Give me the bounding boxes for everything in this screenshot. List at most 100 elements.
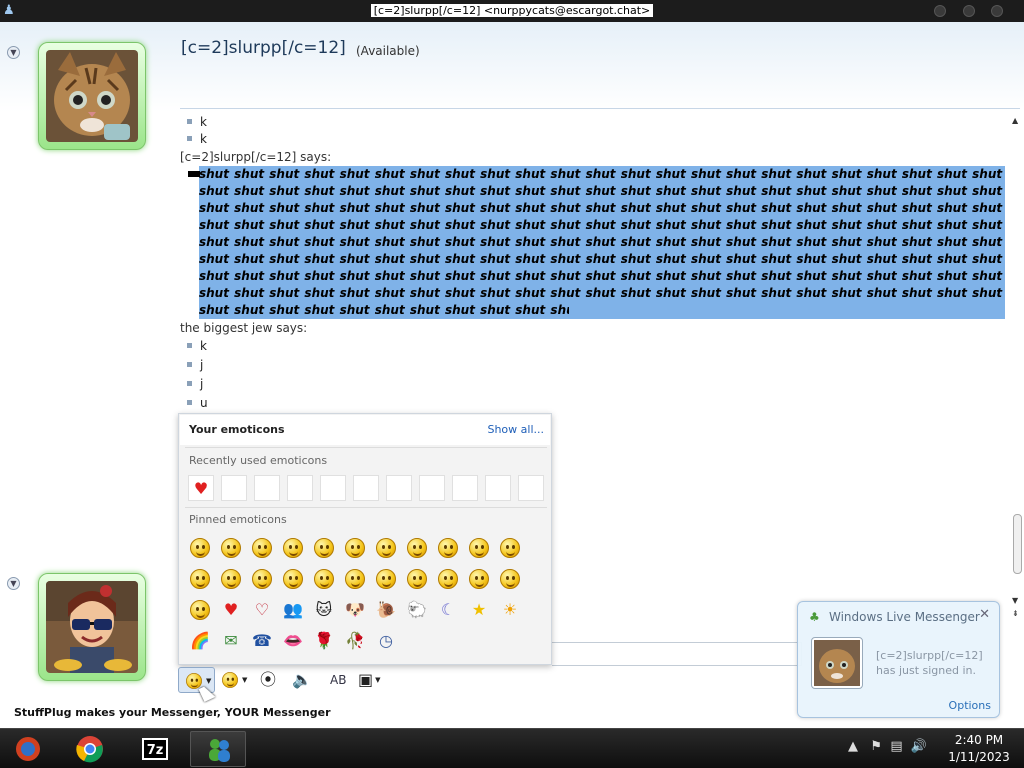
smiley-icon: [345, 568, 365, 589]
minimize-button[interactable]: [934, 5, 946, 17]
smiley-icon: [469, 568, 489, 589]
emoticon-picker: Your emoticons Show all... Recently used…: [178, 413, 552, 665]
close-button[interactable]: [991, 5, 1003, 17]
message-input[interactable]: [552, 642, 802, 666]
scroll-down-icon[interactable]: ▼: [1012, 596, 1018, 605]
show-all-link[interactable]: Show all...: [487, 423, 544, 436]
system-tray[interactable]: ▲ ⚑ ▤ 🔊: [848, 739, 927, 754]
nudge-button[interactable]: ⦿: [260, 667, 284, 693]
message-line: k: [180, 131, 1010, 148]
stuffplug-banner[interactable]: StuffPlug makes your Messenger, YOUR Mes…: [14, 706, 331, 719]
contact-avatar-frame[interactable]: [38, 42, 146, 150]
pinned-emoticon[interactable]: [310, 564, 338, 592]
pinned-emoticon[interactable]: [465, 533, 493, 561]
smiley-icon: [407, 537, 427, 558]
pinned-emoticon[interactable]: [248, 533, 276, 561]
pinned-emoticon[interactable]: [341, 533, 369, 561]
pinned-emoticon[interactable]: 🐌: [372, 595, 400, 623]
action-center-flag-icon[interactable]: ⚑: [870, 739, 882, 754]
pinned-emoticon[interactable]: ✉: [217, 626, 245, 654]
options-link[interactable]: Options: [949, 699, 991, 712]
collapse-bottom-icon[interactable]: ▼: [7, 577, 20, 590]
clock-date: 1/11/2023: [948, 750, 1010, 764]
taskbar-chrome[interactable]: [62, 731, 118, 767]
pinned-emoticon[interactable]: ★: [465, 595, 493, 623]
pinned-emoticon[interactable]: [372, 533, 400, 561]
scroll-bottom-icon[interactable]: ⇟: [1012, 609, 1019, 618]
empty-emoticon-slot[interactable]: [386, 475, 412, 501]
heart-icon: ♥: [223, 599, 239, 619]
show-hidden-icons-icon[interactable]: ▲: [848, 739, 858, 754]
volume-icon[interactable]: 🔊: [911, 739, 927, 754]
pinned-emoticon[interactable]: [372, 564, 400, 592]
voice-clip-button[interactable]: 🔈: [292, 667, 314, 693]
conversation-history[interactable]: k k [c=2]slurpp[/c=12] says: shut shut s…: [180, 114, 1010, 436]
pinned-emoticon[interactable]: [496, 533, 524, 561]
pinned-emoticon[interactable]: 🐶: [341, 595, 369, 623]
pinned-emoticon[interactable]: [217, 564, 245, 592]
taskbar-messenger[interactable]: [190, 731, 246, 767]
empty-emoticon-slot[interactable]: [320, 475, 346, 501]
pinned-emoticon[interactable]: [403, 564, 431, 592]
notification-avatar: [811, 637, 863, 689]
empty-emoticon-slot[interactable]: [518, 475, 544, 501]
message-line: k: [180, 337, 1010, 356]
pinned-emoticon[interactable]: 👥: [279, 595, 307, 623]
empty-emoticon-slot[interactable]: [287, 475, 313, 501]
empty-emoticon-slot[interactable]: [419, 475, 445, 501]
header-divider: [180, 108, 1020, 109]
network-icon[interactable]: ▤: [890, 739, 902, 754]
empty-emoticon-slot[interactable]: [254, 475, 280, 501]
font-button[interactable]: AB: [330, 667, 354, 693]
pinned-emoticon[interactable]: ☾: [434, 595, 462, 623]
pinned-emoticon[interactable]: 🐱: [310, 595, 338, 623]
empty-emoticon-slot[interactable]: [221, 475, 247, 501]
pinned-emoticon[interactable]: [434, 564, 462, 592]
scroll-thumb[interactable]: [1013, 514, 1022, 574]
conversation-toolbar: ▼ ▼ ⦿ 🔈 AB ▣ ▼: [178, 667, 418, 693]
pinned-emoticon[interactable]: [186, 595, 214, 623]
pinned-emoticon[interactable]: [186, 564, 214, 592]
sender-heading: [c=2]slurpp[/c=12] says:: [180, 150, 332, 164]
pinned-emoticon[interactable]: [403, 533, 431, 561]
background-button[interactable]: ▣ ▼: [358, 667, 390, 693]
messenger-icon: [209, 739, 230, 762]
empty-emoticon-slot[interactable]: [485, 475, 511, 501]
taskbar-stuffplug[interactable]: [0, 731, 56, 767]
empty-emoticon-slot[interactable]: [353, 475, 379, 501]
pinned-emoticon[interactable]: [434, 533, 462, 561]
collapse-top-icon[interactable]: ▼: [7, 46, 20, 59]
pinned-emoticon[interactable]: 🌹: [310, 626, 338, 654]
pinned-emoticon[interactable]: ♡: [248, 595, 276, 623]
empty-emoticon-slot[interactable]: [452, 475, 478, 501]
pinned-emoticon[interactable]: [279, 533, 307, 561]
maximize-button[interactable]: [963, 5, 975, 17]
pinned-emoticon[interactable]: [341, 564, 369, 592]
pinned-emoticon[interactable]: 👄: [279, 626, 307, 654]
close-icon[interactable]: ✕: [979, 607, 990, 622]
clock[interactable]: 2:40 PM 1/11/2023: [944, 732, 1014, 766]
emoticon-picker-title: Your emoticons: [189, 423, 285, 436]
pinned-emoticon[interactable]: [496, 564, 524, 592]
pinned-emoticon[interactable]: ☀: [496, 595, 524, 623]
pinned-emoticon[interactable]: ☎: [248, 626, 276, 654]
pinned-emoticon[interactable]: [310, 533, 338, 561]
pinned-emoticon[interactable]: 🥀: [341, 626, 369, 654]
pinned-emoticon[interactable]: ♥: [217, 595, 245, 623]
pinned-emoticon[interactable]: [248, 564, 276, 592]
conversation-scrollbar[interactable]: ▲ ▼ ⇟: [1010, 114, 1024, 620]
pinned-emoticon[interactable]: [279, 564, 307, 592]
recent-emoticon[interactable]: ♥: [188, 475, 214, 501]
pinned-emoticon[interactable]: [465, 564, 493, 592]
signin-notification[interactable]: ♣ Windows Live Messenger ✕ [c=2]slurpp[/…: [797, 601, 1000, 718]
pinned-emoticon[interactable]: 🌈: [186, 626, 214, 654]
taskbar-7zip[interactable]: 7z: [127, 731, 183, 767]
smiley-icon: [500, 568, 520, 589]
pinned-emoticon[interactable]: [186, 533, 214, 561]
pinned-emoticon[interactable]: 🐑: [403, 595, 431, 623]
winks-button[interactable]: ▼: [220, 667, 250, 693]
pinned-emoticon[interactable]: [217, 533, 245, 561]
pinned-emoticon[interactable]: ◷: [372, 626, 400, 654]
my-avatar-frame[interactable]: [38, 573, 146, 681]
scroll-up-icon[interactable]: ▲: [1012, 116, 1018, 125]
